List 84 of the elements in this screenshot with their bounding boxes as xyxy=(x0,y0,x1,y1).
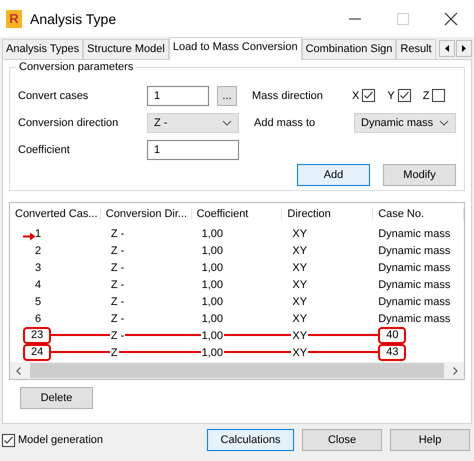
column-header[interactable]: Direction xyxy=(282,208,374,220)
dialog-button[interactable]: Add xyxy=(297,164,370,186)
table-cell: 1,00 xyxy=(200,346,224,358)
table-cell: 1,00 xyxy=(200,278,224,290)
field-label: Conversion direction xyxy=(18,116,120,128)
table-cell: XY xyxy=(291,244,308,256)
tab[interactable]: Result xyxy=(396,39,436,59)
browse-button[interactable]: ... xyxy=(217,86,237,106)
table-cell: 1,00 xyxy=(200,296,224,308)
delete-button[interactable]: Delete xyxy=(20,387,93,409)
field-label: Mass direction xyxy=(252,90,324,102)
column-header[interactable]: Case No. xyxy=(373,208,464,220)
checkbox-label: Z xyxy=(422,90,430,102)
tab[interactable]: Combination Sign xyxy=(302,39,396,59)
table-cell: Dynamic mass xyxy=(378,312,450,324)
dialog-button[interactable]: Help xyxy=(390,429,470,451)
table-cell: Dynamic mass xyxy=(378,296,450,308)
table-cell: 5 xyxy=(35,296,42,308)
table-cell: Dynamic mass xyxy=(378,228,450,240)
checkbox[interactable] xyxy=(432,89,446,102)
chevron-down-icon[interactable] xyxy=(222,120,232,126)
checkbox[interactable] xyxy=(362,89,376,102)
table-cell: 6 xyxy=(35,312,42,324)
window-title: Analysis Type xyxy=(30,10,116,26)
table-cell: 1,00 xyxy=(200,312,224,324)
checkbox-label: X xyxy=(352,90,360,102)
table-cell: Z - xyxy=(110,278,126,290)
checkbox-label: Model generation xyxy=(18,434,104,446)
table-cell: 1,00 xyxy=(200,262,224,274)
close-icon[interactable] xyxy=(444,12,458,26)
app-logo-icon: R xyxy=(6,10,22,28)
tab[interactable]: Load to Mass Conversion xyxy=(168,37,302,60)
table-cell: XY xyxy=(291,296,308,308)
table-cell: 3 xyxy=(35,262,42,274)
tab[interactable]: Structure Model xyxy=(83,39,169,59)
table-cell: Z - xyxy=(110,296,126,308)
scroll-left-icon[interactable] xyxy=(14,366,24,376)
scroll-left-icon[interactable] xyxy=(439,40,455,57)
field-label: Add mass to xyxy=(254,116,316,128)
dialog-button[interactable]: Modify xyxy=(383,164,456,186)
table-cell: 1,00 xyxy=(200,330,224,342)
table-cell: XY xyxy=(291,346,308,358)
checkbox[interactable] xyxy=(398,89,411,102)
column-header[interactable]: Converted Cas... xyxy=(10,208,101,220)
scroll-right-icon[interactable] xyxy=(456,40,472,57)
dialog-button[interactable]: Close xyxy=(302,429,382,451)
dialog-button[interactable]: Calculations xyxy=(207,429,294,451)
table-cell: XY xyxy=(291,330,308,342)
scroll-right-icon[interactable] xyxy=(450,366,460,376)
field-label: Coefficient xyxy=(18,144,71,156)
horizontal-scrollbar[interactable] xyxy=(10,362,464,379)
table-cell: Z xyxy=(110,346,119,358)
table-cell: Dynamic mass xyxy=(378,244,450,256)
table-cell: Z - xyxy=(110,228,126,240)
table-cell: Z - xyxy=(110,262,126,274)
column-header[interactable]: Coefficient xyxy=(192,208,282,220)
table-cell: Dynamic mass xyxy=(378,278,450,290)
input-field[interactable]: 1 xyxy=(147,86,209,106)
table-cell: XY xyxy=(291,278,308,290)
table-cell: 40 xyxy=(378,327,406,344)
table-cell: 2 xyxy=(35,244,42,256)
dropdown[interactable]: Dynamic mass xyxy=(354,112,456,132)
chevron-down-icon[interactable] xyxy=(439,120,449,126)
table-cell: Z - xyxy=(110,330,126,342)
checkbox[interactable] xyxy=(2,434,15,446)
checkbox-label: Y xyxy=(387,90,395,102)
maximize-icon xyxy=(397,12,409,24)
dropdown[interactable]: Z - xyxy=(147,112,239,132)
table-cell: XY xyxy=(291,228,308,240)
table-cell: XY xyxy=(291,312,308,324)
table-cell: Z - xyxy=(110,312,126,324)
table-cell: Dynamic mass xyxy=(378,262,450,274)
table-cell: 23 xyxy=(23,327,52,344)
table-cell: Z - xyxy=(110,244,126,256)
table-cell: XY xyxy=(291,262,308,274)
table-cell: 4 xyxy=(35,278,42,290)
input-field[interactable]: 1 xyxy=(147,140,239,160)
group-title: Conversion parameters xyxy=(16,61,136,73)
table-cell: 1,00 xyxy=(200,228,224,240)
column-header[interactable]: Conversion Dir... xyxy=(100,208,192,220)
field-label: Convert cases xyxy=(18,90,90,102)
table-cell: 1 xyxy=(35,228,42,240)
table-cell: 1,00 xyxy=(200,244,224,256)
tab[interactable]: Analysis Types xyxy=(2,39,84,59)
